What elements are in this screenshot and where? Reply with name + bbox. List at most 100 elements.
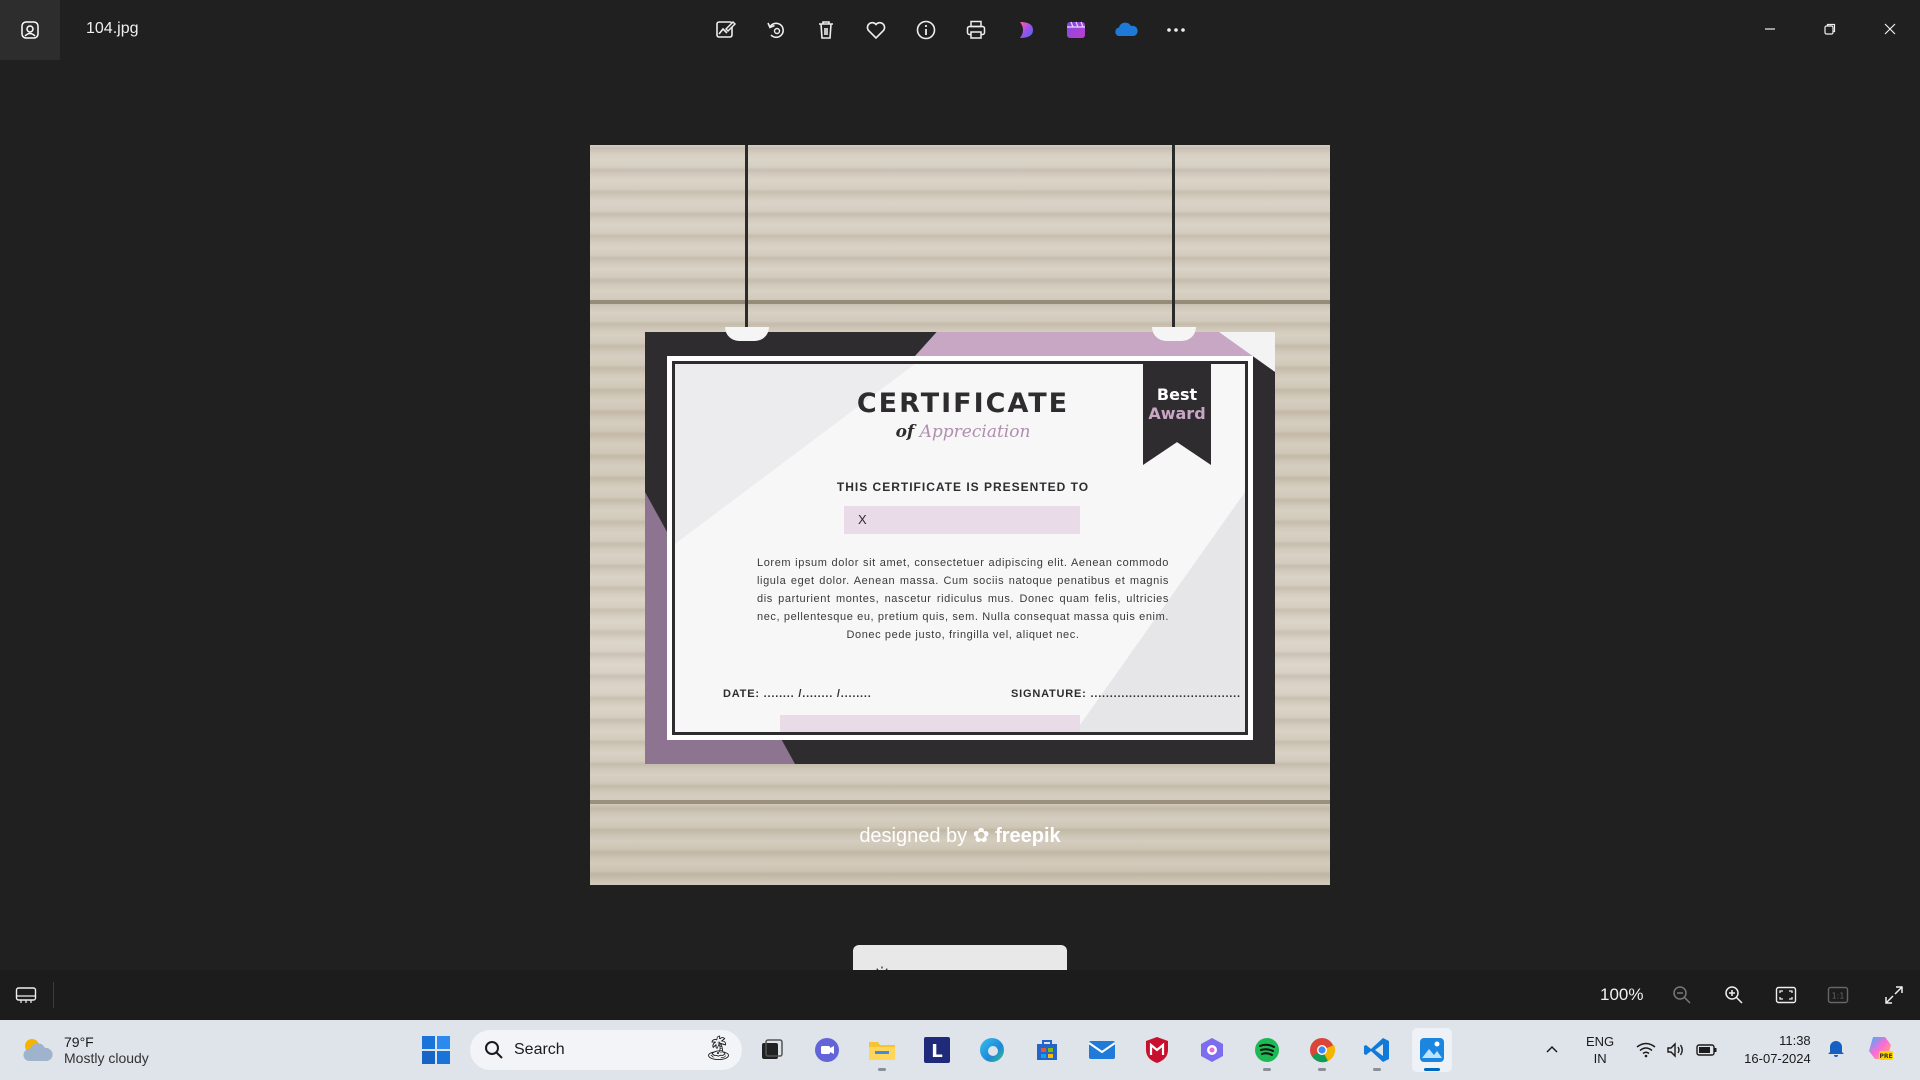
file-info-button[interactable] (906, 10, 946, 50)
video-editor-button[interactable] (1056, 10, 1096, 50)
minimize-button[interactable] (1740, 0, 1800, 58)
certificate-frame: CERTIFICATE of Appreciation Best Award T… (645, 332, 1275, 764)
search-label: Search (514, 1041, 565, 1058)
fullscreen-button[interactable] (1880, 982, 1908, 1008)
running-indicator (1263, 1068, 1271, 1071)
clock-time: 11:38 (1779, 1033, 1811, 1048)
print-button[interactable] (956, 10, 996, 50)
wood-plank-line (590, 300, 1330, 304)
favorite-button[interactable] (856, 10, 896, 50)
taskbar-search[interactable]: Search 🏝 (470, 1030, 742, 1070)
heart-icon (866, 21, 886, 40)
l-app-icon: L (924, 1037, 950, 1063)
notifications-button[interactable] (1827, 1038, 1845, 1063)
presented-to-label: THIS CERTIFICATE IS PRESENTED TO (836, 480, 1090, 494)
freepik-logo-icon: ✿ (972, 825, 990, 847)
filmstrip-icon (15, 987, 37, 1003)
taskbar-app-file-explorer[interactable] (862, 1028, 902, 1072)
more-options-button[interactable] (1156, 10, 1196, 50)
certificate-pink-strip (780, 715, 1080, 732)
hanging-string (745, 145, 748, 327)
task-view-icon (762, 1039, 783, 1059)
freepik-credit: designed by ✿ freepik (590, 823, 1330, 848)
info-icon (916, 20, 936, 40)
delete-button[interactable] (806, 10, 846, 50)
clipchamp-button[interactable] (1006, 10, 1046, 50)
taskbar-app-task-view[interactable] (752, 1028, 792, 1072)
hexagon-app-icon (1201, 1038, 1223, 1062)
taskbar-app-mcafee[interactable] (1137, 1028, 1177, 1072)
chrome-icon (1310, 1038, 1336, 1063)
taskbar-app-vscode[interactable] (1357, 1028, 1397, 1072)
taskbar-app-copilot-hub[interactable] (1192, 1028, 1232, 1072)
clock-date: 16-07-2024 (1744, 1051, 1811, 1066)
minimize-icon (1765, 28, 1775, 30)
search-icon (485, 1041, 503, 1059)
copilot-icon: PRE (1868, 1036, 1893, 1060)
signature-line: SIGNATURE: .............................… (1011, 688, 1241, 700)
edge-icon (980, 1038, 1004, 1062)
wood-plank-line (590, 800, 1330, 804)
zoom-in-icon (1725, 986, 1743, 1004)
wifi-icon (1636, 1042, 1656, 1058)
subtitle-appreciation: Appreciation (919, 422, 1031, 442)
teams-icon (815, 1038, 839, 1062)
zoom-in-button[interactable] (1720, 982, 1748, 1008)
expand-icon (1885, 986, 1903, 1004)
rotate-button[interactable] (756, 10, 796, 50)
certificate-body-text: Lorem ipsum dolor sit amet, consectetuer… (757, 557, 1169, 641)
photos-app-window: 104.jpg CERTIFICATE of Appreciation Best… (0, 0, 1920, 1020)
taskbar-app-l[interactable]: L (917, 1028, 957, 1072)
close-button[interactable] (1860, 0, 1920, 58)
running-indicator (1373, 1068, 1381, 1071)
onedrive-button[interactable] (1106, 10, 1146, 50)
taskbar-app-store[interactable] (1027, 1028, 1067, 1072)
pinned-apps: L (752, 1028, 1452, 1072)
taskbar-app-teams[interactable] (807, 1028, 847, 1072)
weather-description: Mostly cloudy (64, 1050, 149, 1066)
copilot-button[interactable]: PRE (1865, 1033, 1895, 1068)
start-button[interactable] (420, 1034, 452, 1066)
date-line: DATE: ........ /........ /........ (723, 688, 872, 700)
show-hidden-icons-button[interactable] (1540, 1038, 1564, 1062)
chevron-up-icon (1546, 1045, 1558, 1053)
taskbar-app-chrome[interactable] (1302, 1028, 1342, 1072)
photos-app-button[interactable] (0, 0, 60, 60)
recipient-name-box: X (844, 506, 1080, 534)
folder-icon (869, 1042, 895, 1060)
actual-size-button[interactable]: 1:1 (1824, 982, 1852, 1008)
rotate-icon (767, 22, 784, 39)
actual-size-icon: 1:1 (1827, 986, 1849, 1004)
clock[interactable]: 11:38 16-07-2024 (1744, 1032, 1811, 1068)
spotify-icon (1255, 1038, 1279, 1062)
image-canvas[interactable]: CERTIFICATE of Appreciation Best Award T… (590, 145, 1330, 885)
svg-text:1:1: 1:1 (1832, 992, 1845, 1001)
taskbar-app-spotify[interactable] (1247, 1028, 1287, 1072)
subtitle-of: of (895, 422, 915, 442)
windows-logo-icon (422, 1036, 450, 1064)
edit-image-button[interactable] (706, 10, 746, 50)
language-indicator[interactable]: ENG IN (1586, 1033, 1614, 1067)
language-code: ENG (1586, 1034, 1615, 1049)
taskbar-app-mail[interactable] (1082, 1028, 1122, 1072)
restore-icon (1824, 23, 1836, 35)
image-toolbar (706, 10, 1196, 50)
svg-text:L: L (931, 1041, 942, 1062)
filmstrip-button[interactable] (12, 982, 40, 1008)
taskbar-app-edge[interactable] (972, 1028, 1012, 1072)
weather-widget[interactable]: 79°F Mostly cloudy (20, 1030, 149, 1070)
video-editor-icon (1067, 21, 1085, 38)
quick-settings-button[interactable] (1636, 1042, 1718, 1058)
file-name: 104.jpg (86, 20, 139, 37)
svg-text:PRE: PRE (1879, 1053, 1892, 1060)
restore-button[interactable] (1800, 0, 1860, 58)
ribbon-text-best: Best (1156, 385, 1198, 404)
zoom-out-button[interactable] (1668, 982, 1696, 1008)
edit-image-icon (716, 20, 737, 38)
fit-window-icon (1775, 986, 1797, 1004)
taskbar-app-photos[interactable] (1412, 1028, 1452, 1072)
zoom-level[interactable]: 100% (1600, 985, 1643, 1005)
cloudy-weather-icon (23, 1039, 53, 1061)
clipchamp-icon (1020, 22, 1033, 38)
fit-to-window-button[interactable] (1772, 982, 1800, 1008)
